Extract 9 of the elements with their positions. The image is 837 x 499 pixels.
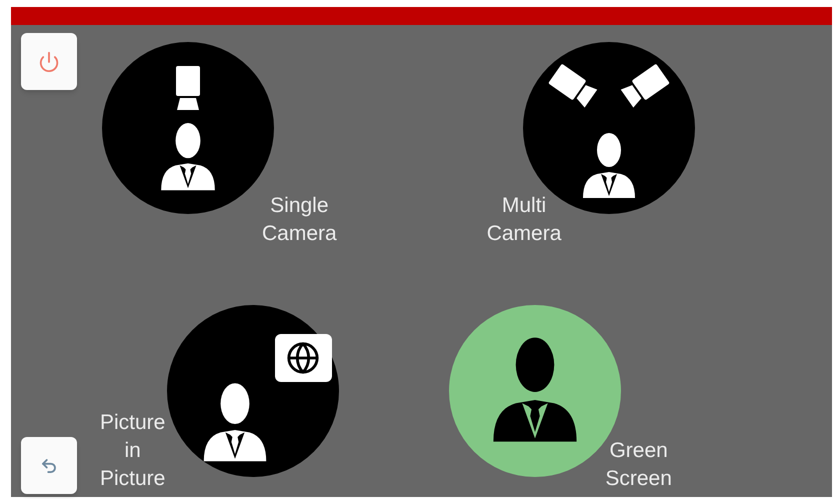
back-button[interactable] xyxy=(21,437,77,494)
mode-label: Picture in Picture xyxy=(100,410,166,492)
mode-label: Green Screen xyxy=(605,438,672,492)
mode-label: Single Camera xyxy=(262,193,337,247)
power-icon xyxy=(38,50,60,72)
mode-label: Multi Camera xyxy=(486,193,562,247)
power-button[interactable] xyxy=(21,33,77,90)
globe-icon xyxy=(274,334,332,382)
undo-icon xyxy=(40,456,58,474)
